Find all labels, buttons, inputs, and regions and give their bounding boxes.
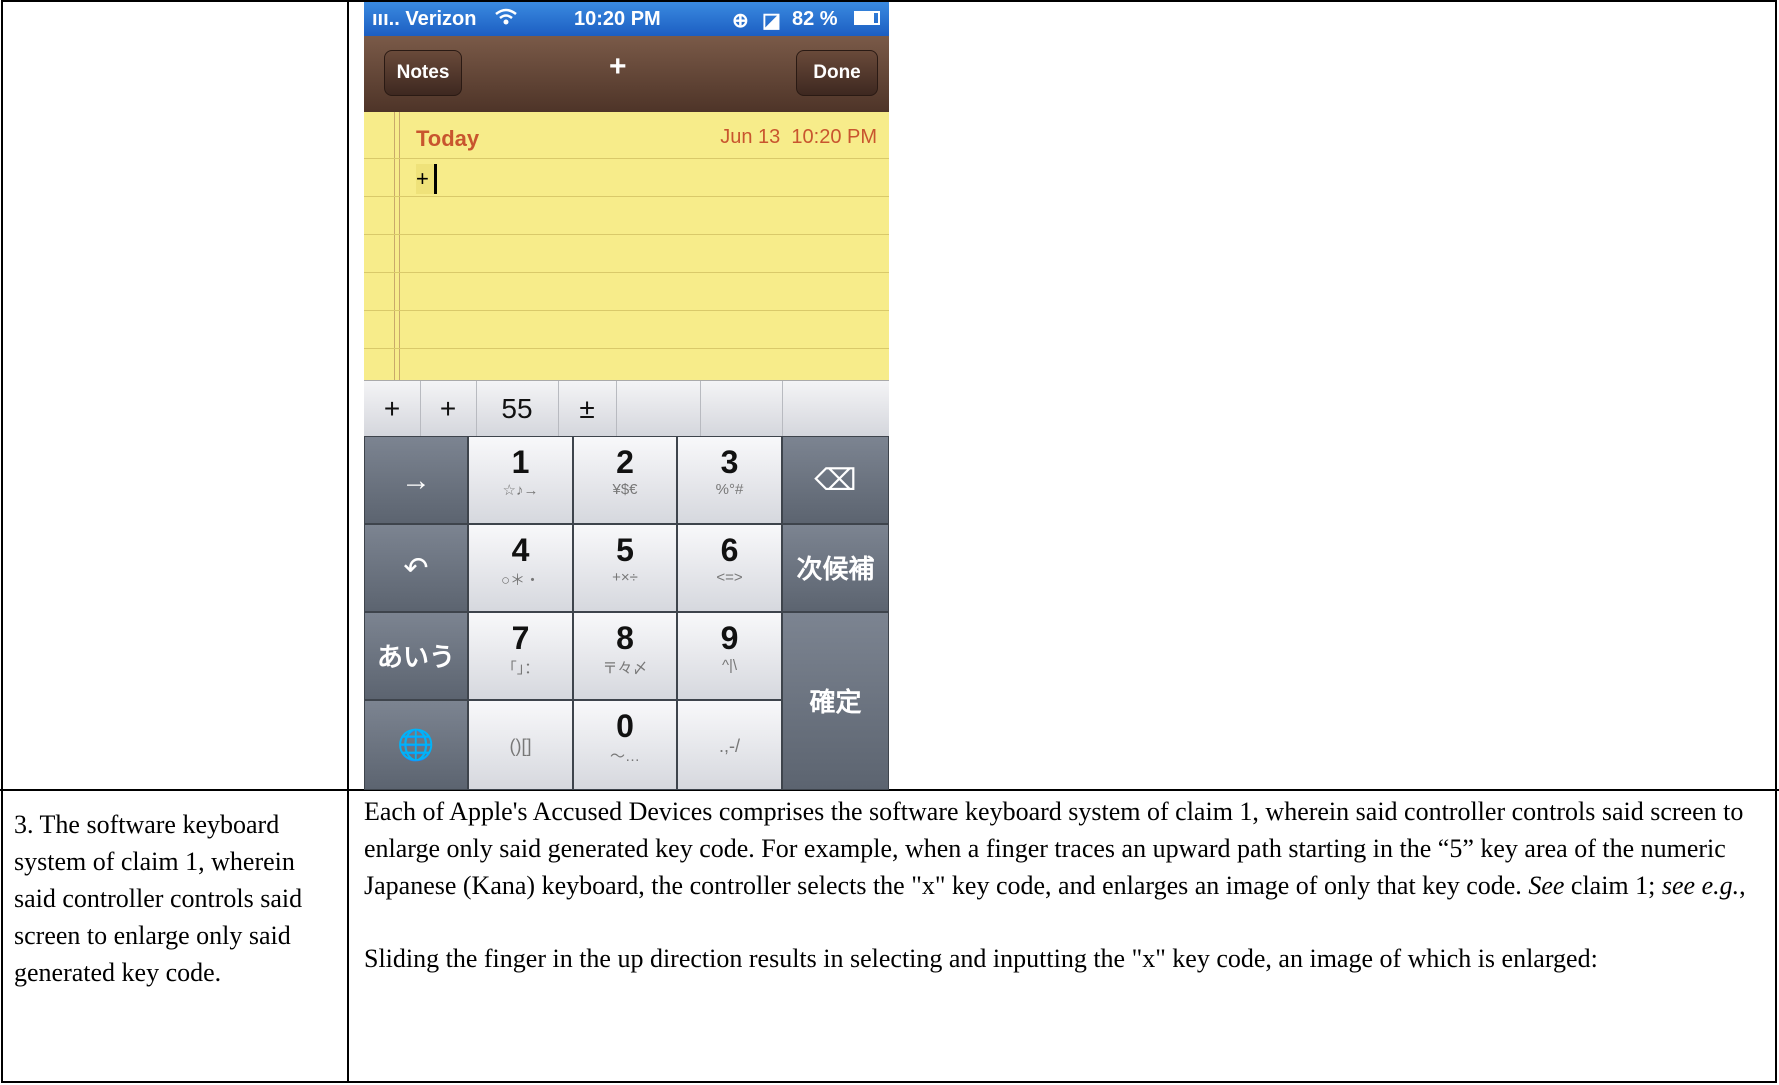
notes-nav-bar: Notes + Done: [364, 36, 889, 112]
next-candidate-key[interactable]: 次候補: [782, 524, 889, 612]
lock-rotation-icon: ⊕: [732, 10, 749, 32]
location-icon: ◪: [762, 10, 781, 32]
status-time: 10:20 PM: [574, 8, 661, 30]
key-1[interactable]: 1 ☆♪→: [468, 436, 573, 524]
note-content: +: [416, 164, 437, 194]
key-main: 5: [616, 532, 634, 568]
key-sub: ()[]: [509, 736, 532, 756]
paper-margin-line: [399, 112, 400, 380]
key-9[interactable]: 9 ^|\: [677, 612, 782, 700]
note-datetime: Jun 13 10:20 PM: [720, 126, 877, 149]
kana-mode-key[interactable]: あいう: [364, 612, 468, 700]
paper-rule: [364, 234, 889, 235]
key-sub: +×÷: [612, 569, 638, 586]
carrier-label: ııı.. Verizon: [372, 8, 477, 30]
key-brackets[interactable]: ()[]: [468, 700, 573, 790]
paper-rule: [364, 158, 889, 159]
delete-icon: ⌫: [814, 464, 857, 497]
note-time: 10:20 PM: [791, 126, 877, 148]
key-main: 0: [616, 708, 634, 744]
key-main: 1: [511, 444, 530, 480]
candidate[interactable]: 55: [476, 381, 559, 437]
undo-icon: ↶: [403, 552, 429, 585]
key-label: 確定: [809, 687, 862, 717]
key-sub: ○＊・: [500, 572, 541, 589]
status-bar: ııı.. Verizon 10:20 PM ⊕ ◪ 82 %: [364, 2, 889, 36]
key-label: 次候補: [796, 554, 875, 584]
row-divider: [0, 789, 1779, 791]
text-run: ,: [1739, 871, 1746, 900]
paragraph: Sliding the finger in the up direction r…: [364, 944, 1598, 973]
candidate[interactable]: ±: [558, 381, 617, 437]
battery-icon: [854, 11, 880, 25]
undo-key[interactable]: ↶: [364, 524, 468, 612]
key-main: 6: [720, 532, 739, 568]
confirm-key[interactable]: 確定: [782, 612, 889, 790]
key-3[interactable]: 3 %°#: [677, 436, 782, 524]
key-8[interactable]: 8 〒々〆: [573, 612, 677, 700]
kana-numeric-keyboard: → 1 ☆♪→ 2 ¥$€ 3 %°# ⌫ ↶ 4 ○＊・ 5 +×÷ 6 <=> 次候補 …: [364, 436, 889, 790]
candidate[interactable]: +: [420, 381, 477, 437]
key-7[interactable]: 7 「」：: [468, 612, 573, 700]
key-main: 4: [511, 532, 530, 568]
paper-rule: [364, 196, 889, 197]
candidate[interactable]: [782, 381, 889, 437]
key-sub: 〜…: [609, 748, 640, 765]
key-main: 3: [720, 444, 739, 480]
notes-back-button[interactable]: Notes: [384, 50, 462, 96]
key-5[interactable]: 5 +×÷: [573, 524, 677, 612]
new-note-button[interactable]: +: [609, 50, 627, 84]
key-sub: .,-/: [719, 736, 740, 756]
italic-see-eg: see e.g.: [1661, 871, 1740, 900]
battery-label: 82 %: [792, 8, 838, 30]
paper-rule: [364, 272, 889, 273]
globe-key[interactable]: 🌐: [364, 700, 468, 790]
key-sub: 「」：: [501, 660, 540, 677]
key-4[interactable]: 4 ○＊・: [468, 524, 573, 612]
claim-text: 3. The software keyboard system of claim…: [14, 810, 303, 987]
paper-rule: [364, 348, 889, 349]
globe-icon: 🌐: [397, 729, 435, 762]
arrow-key[interactable]: →: [364, 436, 468, 524]
paragraph: Each of Apple's Accused Devices comprise…: [364, 793, 1764, 904]
delete-key[interactable]: ⌫: [782, 436, 889, 524]
key-label: あいう: [376, 642, 455, 672]
italic-see: See: [1528, 871, 1565, 900]
key-sub: <=>: [716, 569, 743, 586]
key-main: 8: [616, 620, 634, 656]
candidate[interactable]: [700, 381, 783, 437]
text-run: claim 1;: [1564, 871, 1662, 900]
candidate-bar: + + 55 ±: [364, 380, 889, 437]
note-date: Jun 13: [720, 126, 781, 148]
key-2[interactable]: 2 ¥$€: [573, 436, 677, 524]
key-sub: ☆♪→: [502, 482, 539, 499]
key-main: 9: [720, 620, 739, 656]
key-sub: 〒々〆: [602, 660, 648, 677]
note-day: Today: [416, 126, 480, 151]
key-sub: ¥$€: [612, 481, 638, 498]
key-main: 2: [616, 444, 634, 480]
infringement-description: Each of Apple's Accused Devices comprise…: [364, 793, 1764, 977]
phone-screenshot: ııı.. Verizon 10:20 PM ⊕ ◪ 82 % Notes + …: [364, 2, 889, 790]
key-sub: %°#: [715, 481, 744, 498]
note-paper[interactable]: Today Jun 13 10:20 PM +: [364, 112, 889, 380]
candidate[interactable]: +: [364, 381, 421, 437]
key-0[interactable]: 0 〜…: [573, 700, 677, 790]
key-main: 7: [511, 620, 530, 656]
paper-margin-line: [394, 112, 395, 380]
done-button[interactable]: Done: [796, 50, 878, 96]
paper-rule: [364, 310, 889, 311]
candidate[interactable]: [616, 381, 701, 437]
key-sub: ^|\: [721, 657, 738, 674]
arrow-right-icon: →: [401, 464, 431, 497]
key-punctuation[interactable]: .,-/: [677, 700, 782, 790]
key-6[interactable]: 6 <=>: [677, 524, 782, 612]
wifi-icon: [494, 8, 518, 32]
column-divider: [347, 0, 349, 1083]
